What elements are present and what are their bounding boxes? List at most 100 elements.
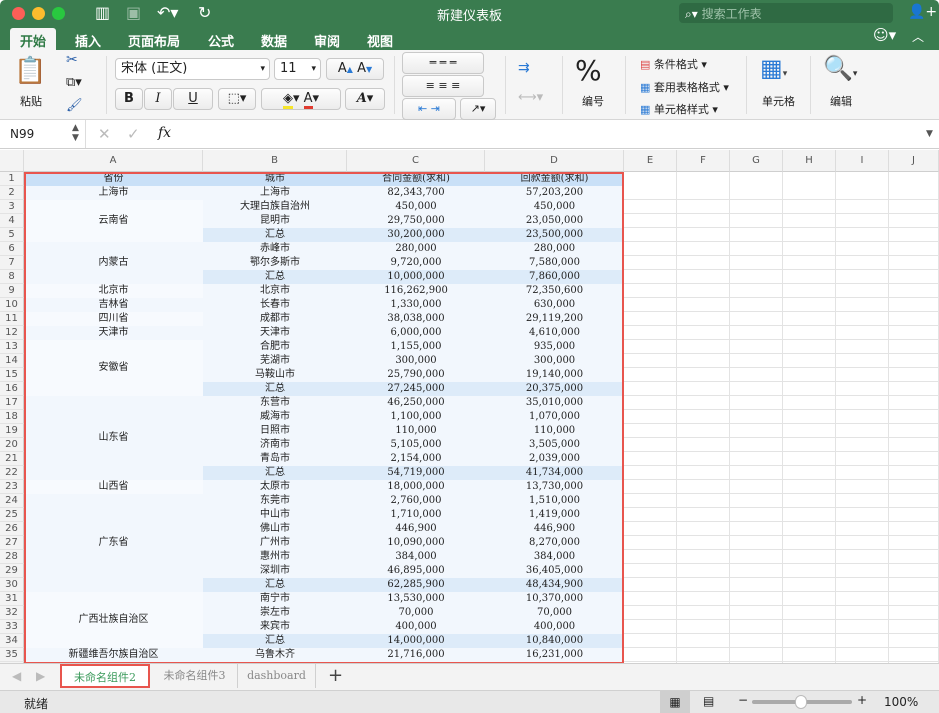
contract-amount-cell[interactable]: 1,155,000 (347, 340, 485, 354)
sheet-tab-0[interactable]: 未命名组件2 (60, 664, 150, 688)
city-cell[interactable]: 乌鲁木齐 (203, 648, 347, 662)
row-header[interactable]: 9 (0, 284, 24, 298)
smiley-feedback-icon[interactable]: ☺▾ (873, 26, 896, 44)
font-size-select[interactable]: 11 ▾ (274, 58, 321, 80)
find-icon[interactable]: 🔍▾ (823, 54, 857, 82)
city-cell[interactable]: 长春市 (203, 298, 347, 312)
font-grow-shrink-buttons[interactable]: A▲ A▼ (326, 58, 384, 80)
row-header[interactable]: 28 (0, 550, 24, 564)
italic-button[interactable]: I (144, 88, 172, 110)
row-header[interactable]: 19 (0, 424, 24, 438)
contract-amount-cell[interactable]: 10,090,000 (347, 536, 485, 550)
contract-amount-cell[interactable]: 2,154,000 (347, 452, 485, 466)
row-header[interactable]: 4 (0, 214, 24, 228)
fill-font-color-buttons[interactable]: ◈▾ A▾ (261, 88, 341, 110)
payment-amount-cell[interactable]: 57,203,200 (485, 186, 624, 200)
city-cell[interactable]: 深圳市 (203, 564, 347, 578)
row-header[interactable]: 11 (0, 312, 24, 326)
conditional-format-button[interactable]: ▤ 条件格式 ▾ (640, 56, 707, 72)
next-sheet-icon[interactable]: ▶ (36, 669, 45, 683)
collapse-ribbon-icon[interactable]: ︿ (912, 28, 924, 45)
contract-amount-cell[interactable]: 110,000 (347, 424, 485, 438)
payment-amount-cell[interactable]: 2,039,000 (485, 452, 624, 466)
city-cell[interactable]: 青岛市 (203, 452, 347, 466)
contract-amount-cell[interactable]: 46,250,000 (347, 396, 485, 410)
tab-2[interactable]: 页面布局 (118, 28, 190, 50)
province-cell[interactable]: 内蒙古 (24, 242, 203, 284)
bold-button[interactable]: B (115, 88, 143, 110)
contract-amount-cell[interactable]: 21,716,000 (347, 648, 485, 662)
city-cell[interactable]: 昆明市 (203, 214, 347, 228)
name-box[interactable]: N99 (10, 127, 34, 141)
city-cell[interactable]: 日照市 (203, 424, 347, 438)
payment-amount-cell[interactable]: 3,505,000 (485, 438, 624, 452)
subtotal-label[interactable]: 汇总 (203, 578, 347, 592)
row-header[interactable]: 31 (0, 592, 24, 606)
row-header[interactable]: 34 (0, 634, 24, 648)
normal-view-icon[interactable]: ▦ (660, 691, 690, 713)
province-cell[interactable]: 云南省 (24, 200, 203, 242)
orientation-icon[interactable]: ↗▾ (460, 98, 496, 120)
row-header[interactable]: 14 (0, 354, 24, 368)
contract-amount-cell[interactable]: 116,262,900 (347, 284, 485, 298)
payment-amount-cell[interactable]: 23,050,000 (485, 214, 624, 228)
row-header[interactable]: 5 (0, 228, 24, 242)
cell-style-button[interactable]: ▦ 单元格样式 ▾ (640, 101, 718, 117)
font-name-select[interactable]: 宋体 (正文) ▾ (115, 58, 270, 80)
row-header[interactable]: 13 (0, 340, 24, 354)
payment-amount-cell[interactable]: 630,000 (485, 298, 624, 312)
indent-buttons[interactable]: ⇤ ⇥ (402, 98, 456, 120)
payment-amount-cell[interactable]: 110,000 (485, 424, 624, 438)
city-cell[interactable]: 东营市 (203, 396, 347, 410)
format-painter-icon[interactable]: 🖌 (66, 98, 83, 113)
cells-icon[interactable]: ▦▾ (760, 54, 787, 82)
city-cell[interactable]: 济南市 (203, 438, 347, 452)
paste-icon[interactable]: 📋 (14, 56, 46, 86)
payment-amount-cell[interactable]: 72,350,600 (485, 284, 624, 298)
horizontal-align-buttons[interactable]: ≡ ≡ ≡ (402, 75, 484, 97)
city-cell[interactable]: 赤峰市 (203, 242, 347, 256)
row-header[interactable]: 10 (0, 298, 24, 312)
payment-amount-cell[interactable]: 7,860,000 (485, 270, 624, 284)
payment-amount-cell[interactable]: 35,010,000 (485, 396, 624, 410)
city-cell[interactable]: 威海市 (203, 410, 347, 424)
payment-amount-cell[interactable]: 1,510,000 (485, 494, 624, 508)
contract-amount-cell[interactable]: 300,000 (347, 354, 485, 368)
column-header-G[interactable]: G (730, 150, 783, 172)
row-header[interactable]: 33 (0, 620, 24, 634)
province-cell[interactable]: 广西壮族自治区 (24, 592, 203, 648)
row-header[interactable]: 27 (0, 536, 24, 550)
city-cell[interactable]: 北京市 (203, 284, 347, 298)
contract-amount-cell[interactable]: 82,343,700 (347, 186, 485, 200)
province-cell[interactable]: 吉林省 (24, 298, 203, 312)
payment-amount-cell[interactable]: 48,434,900 (485, 578, 624, 592)
row-header[interactable]: 32 (0, 606, 24, 620)
sheet-tab-1[interactable]: 未命名组件3 (152, 664, 238, 688)
column-header-I[interactable]: I (836, 150, 889, 172)
city-cell[interactable]: 南宁市 (203, 592, 347, 606)
contract-amount-cell[interactable]: 30,200,000 (347, 228, 485, 242)
contract-amount-cell[interactable]: 280,000 (347, 242, 485, 256)
province-cell[interactable]: 四川省 (24, 312, 203, 326)
name-box-stepper[interactable]: ▲ ▼ (72, 123, 79, 143)
province-cell[interactable]: 新疆维吾尔族自治区 (24, 648, 203, 662)
contract-amount-cell[interactable]: 6,000,000 (347, 326, 485, 340)
column-header-B[interactable]: B (203, 150, 347, 172)
edit-button[interactable]: 编辑 (830, 93, 852, 109)
row-header[interactable]: 1 (0, 172, 24, 186)
borders-icon[interactable]: ⬚▾ (218, 88, 256, 110)
payment-amount-cell[interactable]: 10,840,000 (485, 634, 624, 648)
row-header[interactable]: 8 (0, 270, 24, 284)
row-header[interactable]: 24 (0, 494, 24, 508)
city-cell[interactable]: 大理白族自治州 (203, 200, 347, 214)
row-header[interactable]: 20 (0, 438, 24, 452)
contract-amount-cell[interactable]: 1,330,000 (347, 298, 485, 312)
contract-amount-cell[interactable]: 46,895,000 (347, 564, 485, 578)
city-cell[interactable]: 成都市 (203, 312, 347, 326)
row-header[interactable]: 25 (0, 508, 24, 522)
row-header[interactable]: 7 (0, 256, 24, 270)
city-cell[interactable]: 佛山市 (203, 522, 347, 536)
payment-amount-cell[interactable]: 935,000 (485, 340, 624, 354)
row-header[interactable]: 16 (0, 382, 24, 396)
contract-amount-cell[interactable]: 1,710,000 (347, 508, 485, 522)
